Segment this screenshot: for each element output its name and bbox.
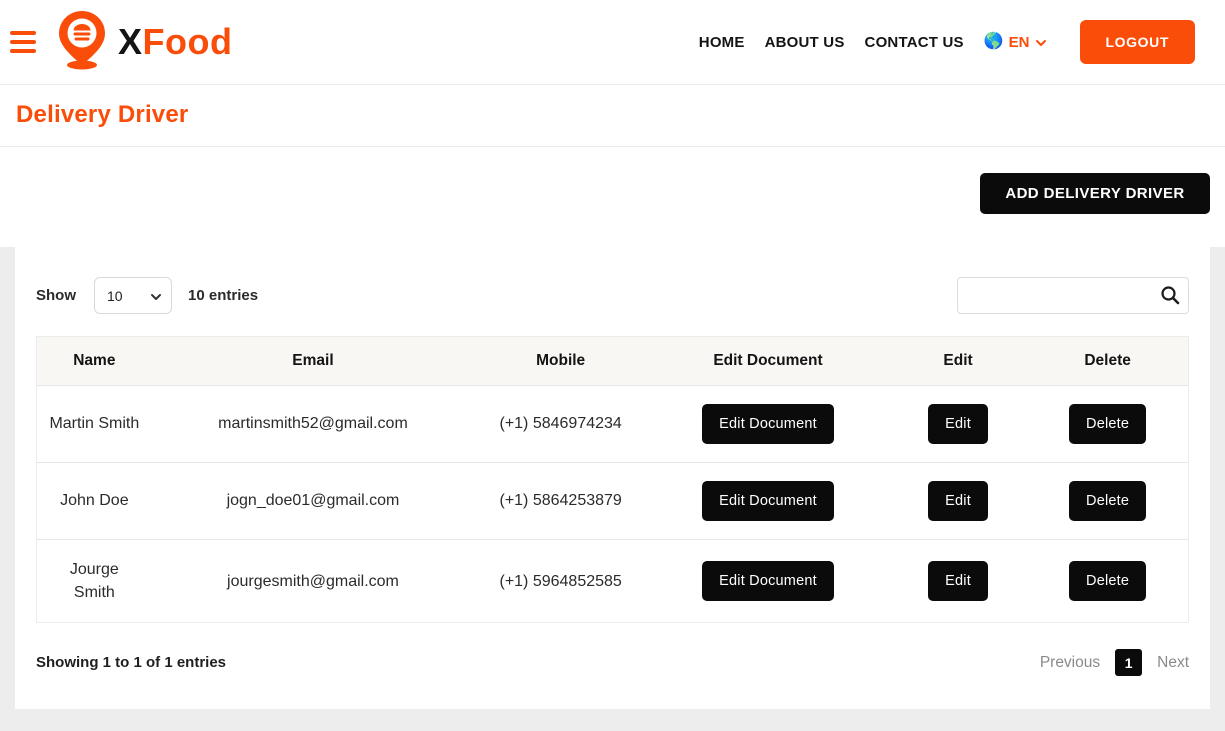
logout-button[interactable]: LOGOUT <box>1080 20 1195 64</box>
chevron-down-icon <box>1035 37 1046 48</box>
column-header-mobile: Mobile <box>474 337 647 386</box>
brand-name: XFood <box>118 21 232 63</box>
page-size-value: 10 <box>107 288 123 304</box>
driver-name: Martin Smith <box>37 386 152 463</box>
menu-icon[interactable] <box>10 31 36 53</box>
table-header: Name Email Mobile Edit Document Edit Del… <box>37 337 1189 386</box>
column-header-edit: Edit <box>889 337 1027 386</box>
language-selector[interactable]: 🌎 EN <box>984 34 1046 51</box>
language-code: EN <box>1009 34 1030 51</box>
map-pin-burger-icon <box>54 9 110 76</box>
edit-button[interactable]: Edit <box>928 404 988 444</box>
edit-button[interactable]: Edit <box>928 481 988 521</box>
driver-email: martinsmith52@gmail.com <box>152 386 475 463</box>
search-icon[interactable] <box>1160 285 1180 305</box>
table-row: John Doe jogn_doe01@gmail.com (+1) 58642… <box>37 463 1189 540</box>
column-header-name: Name <box>37 337 152 386</box>
driver-email: jourgesmith@gmail.com <box>152 540 475 623</box>
entries-summary: Showing 1 to 1 of 1 entries <box>36 654 226 671</box>
pagination-previous[interactable]: Previous <box>1040 654 1100 672</box>
edit-document-button[interactable]: Edit Document <box>702 404 834 444</box>
column-header-edit-document: Edit Document <box>647 337 889 386</box>
globe-icon: 🌎 <box>984 34 1004 50</box>
toolbar: ADD DELIVERY DRIVER <box>0 147 1225 247</box>
brand-name-food: Food <box>143 21 233 62</box>
search-input[interactable] <box>957 277 1189 314</box>
driver-mobile: (+1) 5864253879 <box>474 463 647 540</box>
nav-home-link[interactable]: HOME <box>699 34 745 51</box>
page-size-select[interactable]: 10 <box>94 277 172 314</box>
driver-email: jogn_doe01@gmail.com <box>152 463 475 540</box>
edit-document-button[interactable]: Edit Document <box>702 481 834 521</box>
driver-mobile: (+1) 5964852585 <box>474 540 647 623</box>
nav-about-link[interactable]: ABOUT US <box>765 34 845 51</box>
table-row: Martin Smith martinsmith52@gmail.com (+1… <box>37 386 1189 463</box>
nav-contact-link[interactable]: CONTACT US <box>865 34 964 51</box>
menu-icon-bar <box>10 31 36 35</box>
menu-icon-bar <box>10 40 36 44</box>
table-row: Jourge Smith jourgesmith@gmail.com (+1) … <box>37 540 1189 623</box>
driver-name: John Doe <box>37 463 152 540</box>
column-header-email: Email <box>152 337 475 386</box>
delete-button[interactable]: Delete <box>1069 481 1146 521</box>
pagination-page-1[interactable]: 1 <box>1115 649 1142 676</box>
edit-button[interactable]: Edit <box>928 561 988 601</box>
driver-name: Jourge Smith <box>37 540 152 623</box>
entries-label: 10 entries <box>188 287 258 304</box>
drivers-table: Name Email Mobile Edit Document Edit Del… <box>36 336 1189 623</box>
brand-logo[interactable]: XFood <box>54 9 232 76</box>
main-nav: HOME ABOUT US CONTACT US 🌎 EN LOGOUT <box>699 20 1195 64</box>
delete-button[interactable]: Delete <box>1069 404 1146 444</box>
pagination-next[interactable]: Next <box>1157 654 1189 672</box>
page-title-section: Delivery Driver <box>0 85 1225 147</box>
table-controls: Show 10 10 entries <box>36 277 1189 314</box>
driver-mobile: (+1) 5846974234 <box>474 386 647 463</box>
delete-button[interactable]: Delete <box>1069 561 1146 601</box>
column-header-delete: Delete <box>1027 337 1188 386</box>
search-container <box>957 277 1189 314</box>
chevron-down-icon <box>150 291 161 302</box>
edit-document-button[interactable]: Edit Document <box>702 561 834 601</box>
drivers-card: Show 10 10 entries <box>15 247 1210 709</box>
menu-icon-bar <box>10 49 36 53</box>
add-delivery-driver-button[interactable]: ADD DELIVERY DRIVER <box>980 173 1210 214</box>
table-footer: Showing 1 to 1 of 1 entries Previous 1 N… <box>36 623 1189 676</box>
show-label: Show <box>36 287 76 304</box>
page-title: Delivery Driver <box>16 101 1209 129</box>
brand-name-x: X <box>118 21 143 62</box>
content-background: Show 10 10 entries <box>0 247 1225 731</box>
pagination: Previous 1 Next <box>1040 649 1189 676</box>
top-bar: XFood HOME ABOUT US CONTACT US 🌎 EN LOGO… <box>0 0 1225 85</box>
